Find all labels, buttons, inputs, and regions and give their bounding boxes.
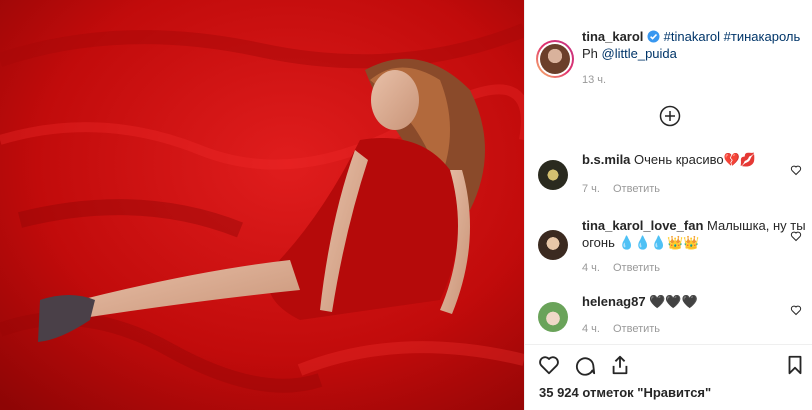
comment-username[interactable]: tina_karol_love_fan — [582, 218, 703, 233]
caption-credit-prefix: Ph — [582, 46, 598, 61]
caption-hashtags[interactable]: #tinakarol #тинакароль — [664, 29, 801, 44]
comment-username[interactable]: helenag87 — [582, 294, 646, 309]
heart-icon[interactable] — [538, 354, 560, 376]
comment-like-icon[interactable] — [790, 229, 802, 242]
bookmark-icon[interactable] — [784, 354, 806, 376]
author-avatar-image — [540, 44, 570, 74]
load-more-icon[interactable] — [659, 105, 681, 127]
post-time[interactable]: 13 ч. — [582, 74, 606, 86]
comment-username[interactable]: b.s.mila — [582, 152, 630, 167]
commenter-avatar[interactable] — [538, 230, 568, 260]
caption-credit-user[interactable]: @little_puida — [602, 46, 677, 61]
likes-count[interactable]: 35 924 отметок "Нравится" — [539, 385, 711, 400]
post-photo[interactable] — [0, 0, 524, 410]
share-icon[interactable] — [609, 354, 631, 376]
comment-text: 🖤🖤🖤 — [649, 294, 698, 309]
reply-button[interactable]: Ответить — [613, 262, 660, 274]
comment-like-icon[interactable] — [790, 303, 802, 316]
author-username[interactable]: tina_karol — [582, 29, 643, 44]
author-avatar[interactable] — [536, 40, 574, 78]
panel-divider — [524, 344, 812, 345]
comment-time[interactable]: 7 ч. — [582, 183, 600, 195]
comment-icon[interactable] — [574, 354, 596, 376]
commenter-avatar[interactable] — [538, 302, 568, 332]
comment-time[interactable]: 4 ч. — [582, 323, 600, 335]
comment-text: Очень красиво💔💋 — [634, 152, 756, 167]
post-photo-image — [0, 0, 524, 410]
comment-text-continued: огонь 💧💧💧👑👑 — [582, 235, 700, 250]
reply-button[interactable]: Ответить — [613, 183, 660, 195]
commenter-avatar[interactable] — [538, 160, 568, 190]
reply-button[interactable]: Ответить — [613, 323, 660, 335]
comment-like-icon[interactable] — [790, 163, 802, 176]
comment-time[interactable]: 4 ч. — [582, 262, 600, 274]
